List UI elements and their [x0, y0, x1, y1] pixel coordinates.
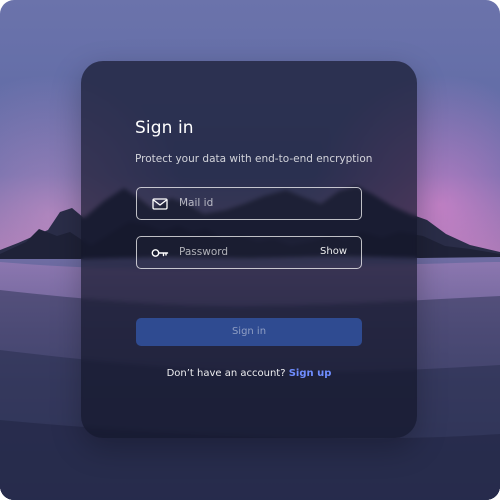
- signup-prompt-line: Don’t have an account? Sign up: [0, 366, 498, 382]
- login-screen: Sign in Protect your data with end-to-en…: [0, 0, 500, 500]
- signup-prompt-text: Don’t have an account?: [166, 368, 286, 379]
- page-title: Sign in: [135, 118, 194, 138]
- password-field[interactable]: Show: [136, 236, 362, 269]
- mail-icon: [151, 196, 169, 212]
- signin-button[interactable]: Sign in: [136, 318, 362, 346]
- key-icon: [151, 245, 169, 261]
- email-field[interactable]: [136, 187, 362, 220]
- email-input[interactable]: [179, 188, 319, 219]
- page-subtitle: Protect your data with end-to-end encryp…: [135, 153, 373, 165]
- show-password-button[interactable]: Show: [320, 244, 347, 260]
- signup-link[interactable]: Sign up: [289, 368, 332, 379]
- password-input[interactable]: [179, 237, 319, 268]
